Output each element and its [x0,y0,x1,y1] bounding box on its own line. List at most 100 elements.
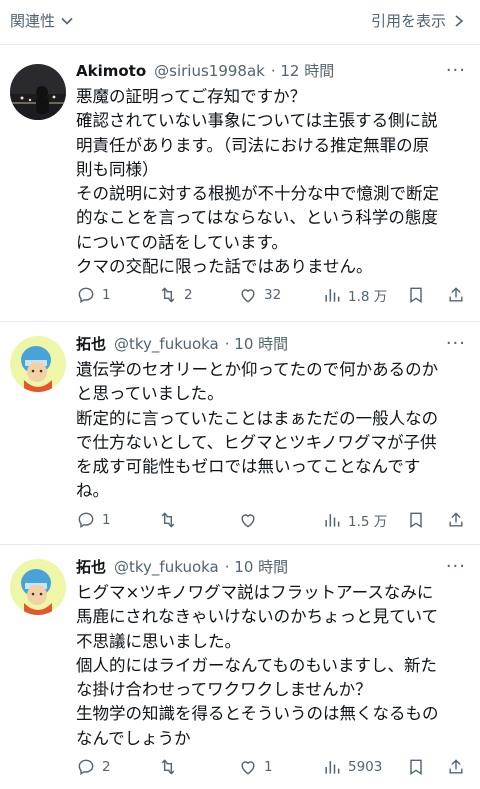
share-icon [449,759,463,774]
conversation-header: 関連性 引用を表示 [0,0,480,45]
text-line: 生物学の知識を得るとそういうのは無くなるもの [76,704,439,724]
text-line: 馬鹿にされなきゃいけないのかちょっと見ていて [76,607,439,627]
reply-button[interactable]: 1 [76,510,111,530]
user-handle[interactable]: @sirius1998ak [154,59,265,83]
text-line: と思っていました。 [76,384,224,404]
views-button[interactable]: 5903 [322,757,382,777]
repost-button[interactable] [158,510,184,530]
more-icon[interactable]: ··· [446,332,466,356]
like-button[interactable]: 32 [238,285,281,305]
reply-icon [78,759,94,775]
avatar[interactable] [10,559,66,615]
bookmark-icon [410,287,422,303]
show-quotes-label: 引用を表示 [370,12,446,30]
avatar[interactable] [10,64,66,120]
views-button[interactable]: 1.5 万 [322,510,387,530]
text-line: クマの交配に限った話ではありません。 [76,257,373,277]
timestamp[interactable]: · 10 時間 [225,332,288,356]
user-handle[interactable]: @tky_fukuoka [114,555,219,579]
share-icon [449,287,463,302]
bookmark-button[interactable] [406,757,426,777]
share-icon [449,512,463,527]
avatar-illustration [10,336,66,392]
views-icon [325,289,340,302]
display-name[interactable]: 拓也 [76,332,106,356]
avatar-photo [10,64,66,120]
text-line: 悪魔の証明ってご存知ですか？ [76,87,307,106]
views-icon [325,514,340,527]
tweet-actions: 1 2 32 1.8 万 [76,283,466,307]
tweet-text: 遺伝学のセオリーとか仰ってたので何かあるのか と思っていました。 断定的に言って… [76,358,466,504]
like-button[interactable] [238,510,264,530]
text-line: 個人的にはライガーなんてものもいますし、新た [76,655,438,675]
text-line: を成す可能性もゼロでは無いってことなんです [76,457,421,477]
timestamp[interactable]: · 12 時間 [271,59,334,83]
text-line: 則も同様） [76,159,159,179]
text-line: その説明に対する根拠が不十分な中で憶測で断定 [76,184,439,204]
reply-button[interactable]: 1 [76,285,111,305]
text-line: 遺伝学のセオリーとか仰ってたので何かあるのか [76,360,439,379]
display-name[interactable]: Akimoto [76,59,146,83]
repost-button[interactable]: 2 [158,285,193,305]
more-icon[interactable]: ··· [446,59,466,83]
bookmark-icon [410,759,422,775]
view-count: 1.5 万 [348,514,388,530]
tweet-actions: 2 1 5903 [76,755,466,779]
views-button[interactable]: 1.8 万 [322,285,387,305]
avatar[interactable] [10,336,66,392]
share-button[interactable] [446,285,466,305]
text-line: 明責任があります。（司法における推定無罪の原 [76,135,430,155]
chevron-down-icon [61,17,73,25]
more-icon[interactable]: ··· [446,555,466,579]
text-line: なんでしょうか [76,728,191,748]
tweet-actions: 1 1.5 万 [76,508,466,532]
display-name[interactable]: 拓也 [76,555,106,579]
text-line: 断定的に言っていたことはまぁただの一般人なの [76,408,439,428]
view-count: 1.8 万 [348,289,388,305]
sort-relevance-button[interactable]: 関連性 [10,10,75,31]
reply-icon [78,287,94,303]
tweet-header: 拓也 @tky_fukuoka · 10 時間 ··· [76,332,466,356]
avatar-illustration [10,559,66,615]
text-line: ヒグマ×ツキノワグマ説はフラットアースなみに [76,583,434,602]
bookmark-button[interactable] [406,285,426,305]
repost-button[interactable] [158,757,184,777]
show-quotes-link[interactable]: 引用を表示 [371,10,466,31]
text-line: な掛け合わせってワクワクしませんか？ [76,680,372,700]
text-line: ね。 [76,481,109,501]
like-icon [241,514,255,528]
user-handle[interactable]: @tky_fukuoka [114,332,219,356]
reply-tweet[interactable]: 拓也 @tky_fukuoka · 10 時間 ··· 遺伝学のセオリーとか仰っ… [0,322,480,545]
reply-tweet[interactable]: Akimoto @sirius1998ak · 12 時間 ··· 悪魔の証明っ… [0,45,480,322]
reply-button[interactable]: 2 [76,757,111,777]
text-line: についての話をしています。 [76,232,288,252]
tweet-text: ヒグマ×ツキノワグマ説はフラットアースなみに 馬鹿にされなきゃいけないのかちょっ… [76,581,466,751]
reply-count: 2 [102,759,111,775]
views-icon [325,761,340,774]
text-line: で仕方ないとして、ヒグマとツキノワグマが子供 [76,432,437,452]
reply-count: 1 [102,512,111,528]
reply-icon [78,512,94,528]
text-line: 的なことを言ってはならない、という科学の態度 [76,208,438,228]
repost-icon [161,512,175,528]
bookmark-icon [410,512,422,528]
repost-icon [161,759,175,775]
text-line: 不思議に思いました。 [76,631,241,651]
timestamp[interactable]: · 10 時間 [225,555,288,579]
tweet-text: 悪魔の証明ってご存知ですか？ 確認されていない事象については主張する側に説 明責… [76,85,466,279]
tweet-header: Akimoto @sirius1998ak · 12 時間 ··· [76,59,466,83]
sort-label: 関連性 [10,12,56,30]
repost-icon [161,287,175,303]
like-count: 32 [264,287,282,303]
share-button[interactable] [446,510,466,530]
repost-count: 2 [184,287,193,303]
bookmark-button[interactable] [406,510,426,530]
text-line: 確認されていない事象については主張する側に説 [76,111,438,131]
like-icon [241,289,255,303]
reply-tweet[interactable]: 拓也 @tky_fukuoka · 10 時間 ··· ヒグマ×ツキノワグマ説は… [0,545,480,789]
like-count: 1 [264,759,273,775]
share-button[interactable] [446,757,466,777]
chevron-right-icon [455,14,464,27]
tweet-header: 拓也 @tky_fukuoka · 10 時間 ··· [76,555,466,579]
like-button[interactable]: 1 [238,757,273,777]
